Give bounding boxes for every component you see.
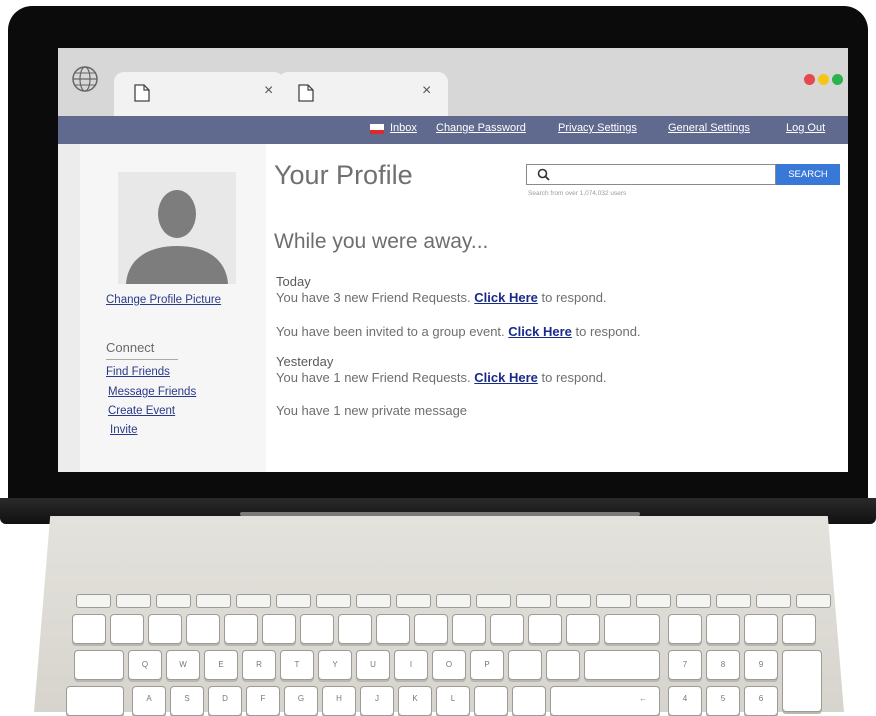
notification-item: You have 3 new Friend Requests. Click He… [276, 290, 607, 305]
close-tab-icon[interactable]: × [422, 82, 431, 100]
avatar [118, 172, 236, 284]
divider [106, 359, 178, 360]
sidebar-link-find-friends[interactable]: Find Friends [106, 366, 170, 378]
search-hint: Search from over 1,074,032 users [528, 190, 627, 197]
user-silhouette-icon [126, 190, 228, 284]
click-here-link[interactable]: Click Here [474, 370, 538, 385]
nav-log-out[interactable]: Log Out [786, 122, 825, 134]
close-window-dot[interactable] [804, 74, 815, 85]
notification-text: You have been invited to a group event. [276, 324, 505, 339]
laptop-lid: × × Inbox Change Password Privacy Settin… [8, 6, 868, 506]
away-heading: While you were away... [274, 230, 489, 253]
sidebar-link-invite[interactable]: Invite [110, 424, 138, 436]
main-content: Your Profile SEARCH Search from over 1,0… [266, 144, 848, 472]
top-nav-bar: Inbox Change Password Privacy Settings G… [58, 116, 848, 144]
sidebar-link-message-friends[interactable]: Message Friends [108, 386, 196, 398]
connect-heading: Connect [106, 340, 155, 355]
notification-text: to respond. [541, 290, 607, 305]
hinge [240, 512, 640, 516]
sidebar-link-create-event[interactable]: Create Event [108, 405, 175, 417]
notification-text: You have 1 new private message [276, 403, 468, 418]
nav-inbox[interactable]: Inbox [390, 122, 417, 134]
notification-item: You have 1 new Friend Requests. Click He… [276, 370, 607, 385]
search-input[interactable] [526, 164, 776, 185]
nav-change-password[interactable]: Change Password [436, 122, 526, 134]
browser-tab-1[interactable]: × [114, 72, 284, 116]
nav-general-settings[interactable]: General Settings [668, 122, 750, 134]
search-icon [537, 168, 550, 181]
inbox-icon [370, 124, 384, 134]
minimize-window-dot[interactable] [818, 74, 829, 85]
notification-item: You have 1 new private message [276, 403, 467, 418]
sidebar: Change Profile Picture Connect Find Frie… [80, 144, 266, 472]
page-title: Your Profile [274, 160, 413, 190]
page-icon [298, 84, 314, 102]
notification-text: You have 1 new Friend Requests. [276, 370, 471, 385]
notification-item: You have been invited to a group event. … [276, 324, 641, 339]
notification-text: You have 3 new Friend Requests. [276, 290, 471, 305]
notification-text: to respond. [541, 370, 607, 385]
change-profile-picture-link[interactable]: Change Profile Picture [106, 294, 221, 306]
yesterday-label: Yesterday [276, 354, 334, 369]
globe-icon[interactable] [70, 64, 100, 94]
maximize-window-dot[interactable] [832, 74, 843, 85]
click-here-link[interactable]: Click Here [508, 324, 572, 339]
close-tab-icon[interactable]: × [264, 82, 273, 100]
click-here-link[interactable]: Click Here [474, 290, 538, 305]
notification-text: to respond. [575, 324, 641, 339]
search-button[interactable]: SEARCH [776, 164, 840, 185]
nav-privacy-settings[interactable]: Privacy Settings [558, 122, 637, 134]
page-icon [134, 84, 150, 102]
browser-tab-2[interactable]: × [278, 72, 448, 116]
screen: × × Inbox Change Password Privacy Settin… [58, 48, 848, 472]
laptop-base [34, 516, 844, 712]
browser-tab-bar: × × [58, 48, 848, 116]
today-label: Today [276, 274, 311, 289]
